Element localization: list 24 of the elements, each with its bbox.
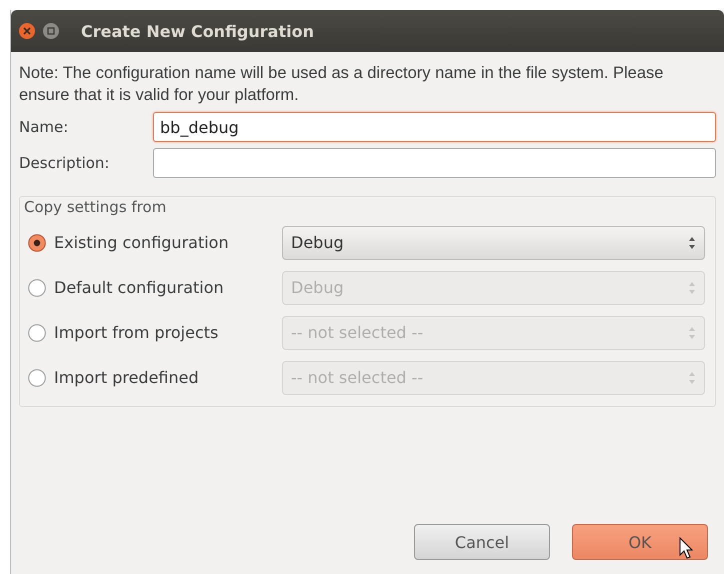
- restore-icon[interactable]: [43, 23, 59, 39]
- option-label[interactable]: Import predefined: [54, 368, 282, 387]
- field-label: Description:: [19, 154, 110, 172]
- spinner-icon: [688, 280, 696, 296]
- option-label[interactable]: Import from projects: [54, 323, 282, 342]
- name-field[interactable]: bb_debug: [153, 112, 716, 142]
- cancel-button[interactable]: Cancel: [414, 524, 550, 560]
- note-text: Note: The configuration name will be used as a directory name in the file system. Please ensure that it is valid for your platform.: [19, 63, 664, 106]
- group-title: Copy settings from: [22, 198, 168, 216]
- cursor-icon: [679, 537, 693, 559]
- spinner-icon: [688, 234, 696, 250]
- spinner-icon: [688, 324, 696, 340]
- radio-button[interactable]: [28, 368, 46, 386]
- window-title: Create New Configuration: [81, 22, 314, 40]
- configuration-dropdown[interactable]: Debug: [282, 226, 705, 260]
- option-label[interactable]: Default configuration: [54, 278, 282, 297]
- close-icon[interactable]: [19, 23, 35, 39]
- field-label: Name:: [19, 118, 70, 136]
- spinner-icon: [688, 370, 696, 386]
- radio-button[interactable]: [28, 324, 46, 342]
- radio-button[interactable]: [28, 234, 46, 252]
- description-field[interactable]: [153, 148, 716, 178]
- option-label[interactable]: Existing configuration: [54, 233, 282, 252]
- radio-button[interactable]: [28, 278, 46, 296]
